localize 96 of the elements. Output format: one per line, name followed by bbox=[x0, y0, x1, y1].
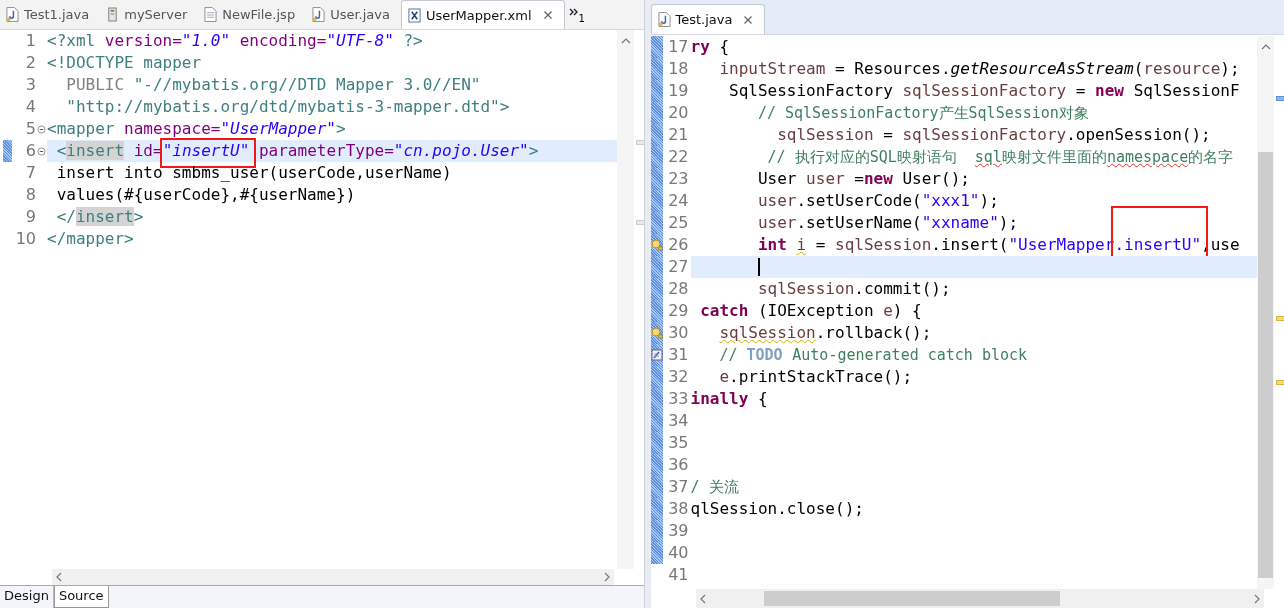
line-number: 18 bbox=[667, 58, 689, 80]
line-number: 34 bbox=[667, 410, 689, 432]
code-line: user.setUserName("xxname"); bbox=[756, 212, 1019, 234]
horizontal-scrollbar[interactable] bbox=[52, 569, 614, 585]
close-icon[interactable] bbox=[743, 14, 754, 25]
warning-icon[interactable] bbox=[650, 327, 663, 339]
document-icon bbox=[204, 7, 218, 22]
line-number: 2 bbox=[24, 52, 36, 74]
chevron-icon[interactable] bbox=[568, 7, 579, 16]
line-number: 23 bbox=[667, 168, 689, 190]
code-line: // 执行对应的SQL映射语句 sql映射文件里面的namespace的名字 bbox=[766, 147, 1234, 168]
line-number: 25 bbox=[667, 212, 689, 234]
close-icon[interactable] bbox=[542, 10, 553, 20]
line-number: 32 bbox=[667, 366, 689, 388]
scroll-up-icon[interactable] bbox=[620, 38, 631, 44]
java-file-icon bbox=[6, 7, 19, 22]
line-number: 17 bbox=[667, 36, 689, 58]
code-line: // SqlSessionFactory产生SqlSession对象 bbox=[756, 103, 1089, 124]
line-number: 22 bbox=[667, 146, 689, 168]
editor-tab[interactable]: UserMapper.xml bbox=[400, 0, 565, 29]
scroll-right-icon[interactable] bbox=[603, 572, 610, 582]
line-number: 10 bbox=[14, 228, 36, 250]
line-number: 4 bbox=[24, 96, 36, 118]
scroll-left-icon[interactable] bbox=[699, 593, 706, 604]
scroll-up-icon[interactable] bbox=[1261, 44, 1271, 50]
line-number: 29 bbox=[667, 300, 689, 322]
line-number: 33 bbox=[667, 388, 689, 410]
scroll-right-icon[interactable] bbox=[1254, 593, 1260, 604]
code-line: ry { bbox=[690, 36, 730, 58]
fold-icon[interactable] bbox=[37, 124, 46, 134]
code-line: sqlSession.commit(); bbox=[756, 278, 951, 300]
page-tab[interactable]: Design bbox=[0, 586, 54, 608]
line-number: 38 bbox=[667, 498, 689, 520]
editor-tab[interactable]: User.java bbox=[306, 0, 401, 29]
fold-icon[interactable] bbox=[37, 146, 46, 156]
horizontal-scrollbar[interactable] bbox=[695, 589, 1264, 608]
code-line: user.setUserCode("xxx1"); bbox=[756, 190, 999, 212]
code-line: catch (IOException e) { bbox=[699, 300, 922, 322]
line-number: 31 bbox=[667, 344, 689, 366]
code-line: sqlSession.rollback(); bbox=[718, 322, 932, 344]
code-line: sqlSession = sqlSessionFactory.openSession(); bbox=[776, 124, 1211, 146]
line-number: 7 bbox=[24, 162, 36, 184]
code-line: qlSession.close(); bbox=[690, 498, 864, 520]
code-line: SqlSessionFactory sqlSessionFactory = new SqlSessionF bbox=[728, 80, 1240, 102]
line-number: 30 bbox=[667, 322, 689, 344]
code-line: <?xml version="1.0" encoding="UTF-8" ?> bbox=[47, 30, 423, 52]
line-number: 8 bbox=[24, 184, 36, 206]
line-number: 28 bbox=[667, 278, 689, 300]
editor-tab[interactable]: Test.java bbox=[650, 4, 766, 34]
line-number: 5 bbox=[24, 118, 36, 140]
line-number: 36 bbox=[667, 454, 689, 476]
line-number: 35 bbox=[667, 432, 689, 454]
line-number: 24 bbox=[667, 190, 689, 212]
code-line: User user =new User(); bbox=[756, 168, 970, 190]
line-number: 6 bbox=[24, 140, 36, 162]
scroll-left-icon[interactable] bbox=[56, 572, 62, 582]
line-number: 9 bbox=[24, 206, 36, 228]
scrollbar-thumb[interactable] bbox=[763, 591, 1060, 606]
line-number: 27 bbox=[667, 256, 689, 278]
code-line: <!DOCTYPE mapper bbox=[47, 52, 202, 74]
code-line: </insert> bbox=[55, 206, 144, 228]
java-file-icon bbox=[312, 7, 326, 22]
editor-tab[interactable]: NewFile.jsp bbox=[198, 0, 307, 29]
code-line: inally { bbox=[690, 388, 768, 410]
vertical-scrollbar[interactable] bbox=[1257, 36, 1274, 589]
xml-file-icon bbox=[407, 7, 421, 23]
line-number: 39 bbox=[667, 520, 689, 542]
line-number: 21 bbox=[667, 124, 689, 146]
code-line: inputStream = Resources.getResourceAsStream(resource); bbox=[718, 58, 1240, 80]
scrollbar-thumb[interactable] bbox=[1258, 152, 1273, 578]
line-number: 26 bbox=[667, 234, 689, 256]
java-file-icon bbox=[657, 12, 671, 27]
editor-tab[interactable]: myServer bbox=[100, 0, 199, 29]
line-number: 41 bbox=[667, 564, 689, 586]
code-line: </mapper> bbox=[47, 228, 134, 250]
code-line: e.printStackTrace(); bbox=[718, 366, 913, 388]
line-number: 20 bbox=[667, 102, 689, 124]
more-tabs-button[interactable]: 1 bbox=[564, 0, 589, 29]
line-number: 37 bbox=[667, 476, 689, 498]
code-line: PUBLIC "-//mybatis.org//DTD Mapper 3.0//EN" bbox=[65, 74, 481, 96]
task-icon[interactable] bbox=[650, 349, 663, 361]
server-icon bbox=[106, 7, 120, 22]
code-line: "http://mybatis.org/dtd/mybatis-3-mapper.dtd"> bbox=[65, 96, 510, 118]
line-number: 40 bbox=[667, 542, 689, 564]
code-line: // TODO Auto-generated catch block bbox=[718, 345, 1028, 366]
warning-icon[interactable] bbox=[650, 239, 663, 251]
line-number: 19 bbox=[667, 80, 689, 102]
vertical-scrollbar[interactable] bbox=[616, 30, 634, 569]
line-number: 3 bbox=[24, 74, 36, 96]
page-tab[interactable]: Source bbox=[53, 586, 109, 608]
code-line: <mapper namespace="UserMapper"> bbox=[47, 118, 346, 140]
code-line: insert into smbms_user(userCode,userName) bbox=[55, 162, 452, 184]
code-line: / 关流 bbox=[690, 477, 739, 498]
code-line: values(#{userCode},#{userName}) bbox=[55, 184, 356, 206]
line-number: 1 bbox=[24, 30, 36, 52]
editor-tab[interactable]: Test1.java bbox=[0, 0, 101, 29]
